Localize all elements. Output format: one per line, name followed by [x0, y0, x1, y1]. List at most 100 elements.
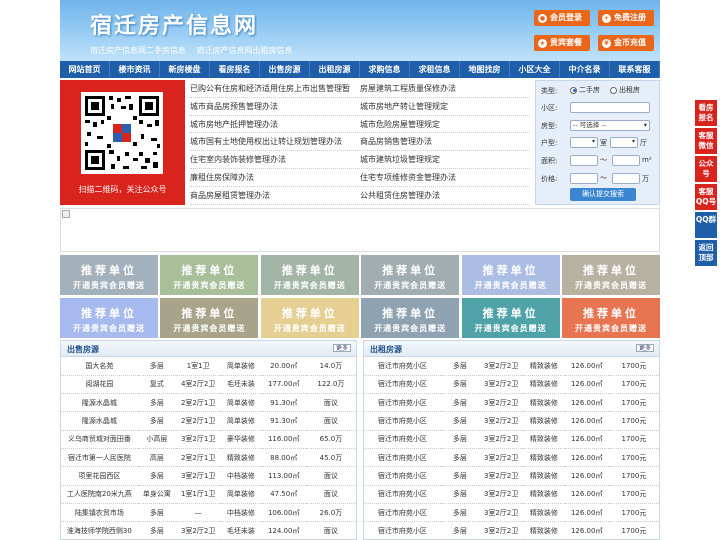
- policy-link[interactable]: 城市房地产抵押管理办法: [190, 116, 360, 133]
- sale-more-button[interactable]: 更多: [333, 344, 351, 352]
- table-cell[interactable]: 阅湖花园: [61, 375, 138, 395]
- table-row[interactable]: 国大名苑 多层 1室1卫 简单装修 20.00㎡ 14.0万: [61, 357, 356, 376]
- area-min-input[interactable]: [570, 155, 598, 166]
- housetype-select[interactable]: -- 可选择 -- ▾: [570, 120, 650, 131]
- radio-sale[interactable]: 二手房: [570, 85, 600, 95]
- float-button-2[interactable]: 公众号: [695, 156, 717, 182]
- table-row[interactable]: 隆源水晶城 多层 2室2厅1卫 简单装修 91.30㎡ 面议: [61, 393, 356, 413]
- table-row[interactable]: 宿迁市府苑小区 多层 3室2厅2卫 精致装修 126.00㎡ 1700元: [364, 485, 659, 504]
- table-row[interactable]: 淮海技师学院西侧30 多层 3室2厅2卫 毛坯未装 124.00㎡ 面议: [61, 521, 356, 540]
- table-cell[interactable]: 宿迁市府苑小区: [364, 411, 441, 431]
- policy-link[interactable]: 住宅室内装饰装修管理办法: [190, 151, 360, 168]
- table-row[interactable]: 工人医院南20米九燕 单身公寓 1室1厅1卫 简单装修 47.50㎡ 面议: [61, 485, 356, 504]
- recommended-unit-tile[interactable]: 推荐单位 开通贵宾会员赠送: [260, 255, 359, 295]
- policy-link[interactable]: 城市房地产转让管理规定: [360, 98, 530, 115]
- table-cell[interactable]: 隆源水晶城: [61, 411, 138, 431]
- table-cell[interactable]: 宿迁市府苑小区: [364, 393, 441, 413]
- table-cell[interactable]: 项里花园西区: [61, 466, 138, 486]
- nav-item-11[interactable]: 联系客服: [610, 61, 660, 78]
- community-input[interactable]: [570, 102, 650, 113]
- table-row[interactable]: 宿迁市第一人民医院 高层 2室2厅1卫 精致装修 88.00㎡ 45.0万: [61, 448, 356, 468]
- table-cell[interactable]: 陆集镇农贸市场: [61, 503, 138, 523]
- nav-item-0[interactable]: 网站首页: [60, 61, 110, 78]
- radio-rent[interactable]: 出租房: [610, 85, 640, 95]
- table-cell[interactable]: 工人医院南20米九燕: [61, 485, 138, 504]
- site-title[interactable]: 宿迁房产信息网: [90, 8, 258, 40]
- register-button[interactable]: + 免费注册: [598, 10, 654, 26]
- policy-link[interactable]: 城市商品房预售管理办法: [190, 98, 360, 115]
- policy-link[interactable]: 商品房屋租赁管理办法: [190, 187, 360, 204]
- table-cell[interactable]: 宿迁市府苑小区: [364, 503, 441, 523]
- nav-item-1[interactable]: 楼市资讯: [110, 61, 160, 78]
- policy-link[interactable]: 公共租赁住房管理办法: [360, 187, 530, 204]
- search-submit-button[interactable]: 确认提交搜索: [570, 188, 636, 201]
- table-row[interactable]: 宿迁市府苑小区 多层 3室2厅2卫 精致装修 126.00㎡ 1700元: [364, 466, 659, 486]
- recommended-unit-tile[interactable]: 推荐单位 开通贵宾会员赠送: [60, 255, 158, 295]
- recommended-unit-tile[interactable]: 推荐单位 开通贵宾会员赠送: [60, 298, 158, 338]
- recommended-unit-tile[interactable]: 推荐单位 开通贵宾会员赠送: [361, 298, 460, 338]
- table-cell[interactable]: 隆源水晶城: [61, 393, 138, 413]
- nav-item-3[interactable]: 看房报名: [210, 61, 260, 78]
- policy-link[interactable]: 城市危险房屋管理规定: [360, 116, 530, 133]
- hall-select[interactable]: ▾: [610, 137, 638, 148]
- table-cell[interactable]: 宿迁市府苑小区: [364, 375, 441, 395]
- table-row[interactable]: 阅湖花园 复式 4室2厅2卫 毛坯未装 177.00㎡ 122.0万: [61, 375, 356, 395]
- link-secondhand[interactable]: 宿迁房产信息网二手房信息: [90, 46, 186, 55]
- vip-button[interactable]: ★ 贵宾套餐: [534, 35, 590, 51]
- nav-item-5[interactable]: 出租房源: [310, 61, 360, 78]
- login-button[interactable]: ● 会员登录: [534, 10, 590, 26]
- table-cell[interactable]: 宿迁市府苑小区: [364, 430, 441, 449]
- nav-item-10[interactable]: 中介名录: [560, 61, 610, 78]
- float-button-5[interactable]: 返回顶部: [695, 240, 717, 266]
- table-row[interactable]: 宿迁市府苑小区 多层 3室2厅2卫 精致装修 126.00㎡ 1700元: [364, 448, 659, 468]
- recommended-unit-tile[interactable]: 推荐单位 开通贵宾会员赠送: [361, 255, 460, 295]
- table-cell[interactable]: 宿迁市府苑小区: [364, 521, 441, 540]
- recommended-unit-tile[interactable]: 推荐单位 开通贵宾会员赠送: [260, 298, 359, 338]
- price-max-input[interactable]: [612, 173, 640, 184]
- nav-item-2[interactable]: 新房楼盘: [160, 61, 210, 78]
- recharge-button[interactable]: ¥ 金币充值: [598, 35, 654, 51]
- policy-link[interactable]: 商品房销售管理办法: [360, 133, 530, 150]
- recommended-unit-tile[interactable]: 推荐单位 开通贵宾会员赠送: [461, 255, 560, 295]
- float-button-1[interactable]: 客服微信: [695, 128, 717, 154]
- nav-item-8[interactable]: 地图找房: [460, 61, 510, 78]
- table-cell[interactable]: 国大名苑: [61, 357, 138, 376]
- area-max-input[interactable]: [612, 155, 640, 166]
- room-select[interactable]: ▾: [570, 137, 598, 148]
- table-cell[interactable]: 宿迁市府苑小区: [364, 357, 441, 376]
- table-row[interactable]: 项里花园西区 多层 3室2厅1卫 中档装修 113.00㎡ 面议: [61, 466, 356, 486]
- table-cell[interactable]: 义乌商贸城对面田番: [61, 430, 138, 449]
- table-row[interactable]: 宿迁市府苑小区 多层 3室2厅2卫 精致装修 126.00㎡ 1700元: [364, 375, 659, 395]
- table-row[interactable]: 隆源水晶城 多层 2室2厅1卫 简单装修 91.30㎡ 面议: [61, 411, 356, 431]
- table-cell[interactable]: 宿迁市第一人民医院: [61, 448, 138, 468]
- rent-more-button[interactable]: 更多: [636, 344, 654, 352]
- recommended-unit-tile[interactable]: 推荐单位 开通贵宾会员赠送: [562, 298, 660, 338]
- table-cell[interactable]: 宿迁市府苑小区: [364, 448, 441, 468]
- link-rental[interactable]: 宿迁房产信息网出租房信息: [197, 46, 293, 55]
- price-min-input[interactable]: [570, 173, 598, 184]
- policy-link[interactable]: 廉租住房保障办法: [190, 169, 360, 186]
- recommended-unit-tile[interactable]: 推荐单位 开通贵宾会员赠送: [160, 255, 259, 295]
- table-row[interactable]: 宿迁市府苑小区 多层 3室2厅2卫 精致装修 126.00㎡ 1700元: [364, 393, 659, 413]
- table-row[interactable]: 宿迁市府苑小区 多层 3室2厅2卫 精致装修 126.00㎡ 1700元: [364, 503, 659, 523]
- table-row[interactable]: 宿迁市府苑小区 多层 3室2厅2卫 精致装修 126.00㎡ 1700元: [364, 430, 659, 449]
- table-cell[interactable]: 淮海技师学院西侧30: [61, 521, 138, 540]
- nav-item-6[interactable]: 求购信息: [360, 61, 410, 78]
- policy-link[interactable]: 房屋建筑工程质量保修办法: [360, 80, 530, 97]
- table-row[interactable]: 陆集镇农贸市场 多层 — 中档装修 106.00㎡ 26.0万: [61, 503, 356, 523]
- recommended-unit-tile[interactable]: 推荐单位 开通贵宾会员赠送: [461, 298, 560, 338]
- table-row[interactable]: 宿迁市府苑小区 多层 3室2厅2卫 精致装修 126.00㎡ 1700元: [364, 411, 659, 431]
- table-row[interactable]: 义乌商贸城对面田番 小高层 3室2厅1卫 豪华装修 116.00㎡ 65.0万: [61, 430, 356, 449]
- table-row[interactable]: 宿迁市府苑小区 多层 3室2厅2卫 精致装修 126.00㎡ 1700元: [364, 357, 659, 376]
- table-cell[interactable]: 宿迁市府苑小区: [364, 485, 441, 504]
- recommended-unit-tile[interactable]: 推荐单位 开通贵宾会员赠送: [160, 298, 259, 338]
- table-row[interactable]: 宿迁市府苑小区 多层 3室2厅2卫 精致装修 126.00㎡ 1700元: [364, 521, 659, 540]
- banner-image[interactable]: [60, 208, 660, 252]
- policy-link[interactable]: 城市国有土地使用权出让转让规划管理办法: [190, 133, 360, 150]
- nav-item-4[interactable]: 出售房源: [260, 61, 310, 78]
- float-button-4[interactable]: QQ群: [695, 212, 717, 238]
- float-button-0[interactable]: 看房报名: [695, 100, 717, 126]
- float-button-3[interactable]: 客服QQ号: [695, 184, 717, 210]
- policy-link[interactable]: 住宅专项维修资金管理办法: [360, 169, 530, 186]
- policy-link[interactable]: 城市建筑垃圾管理规定: [360, 151, 530, 168]
